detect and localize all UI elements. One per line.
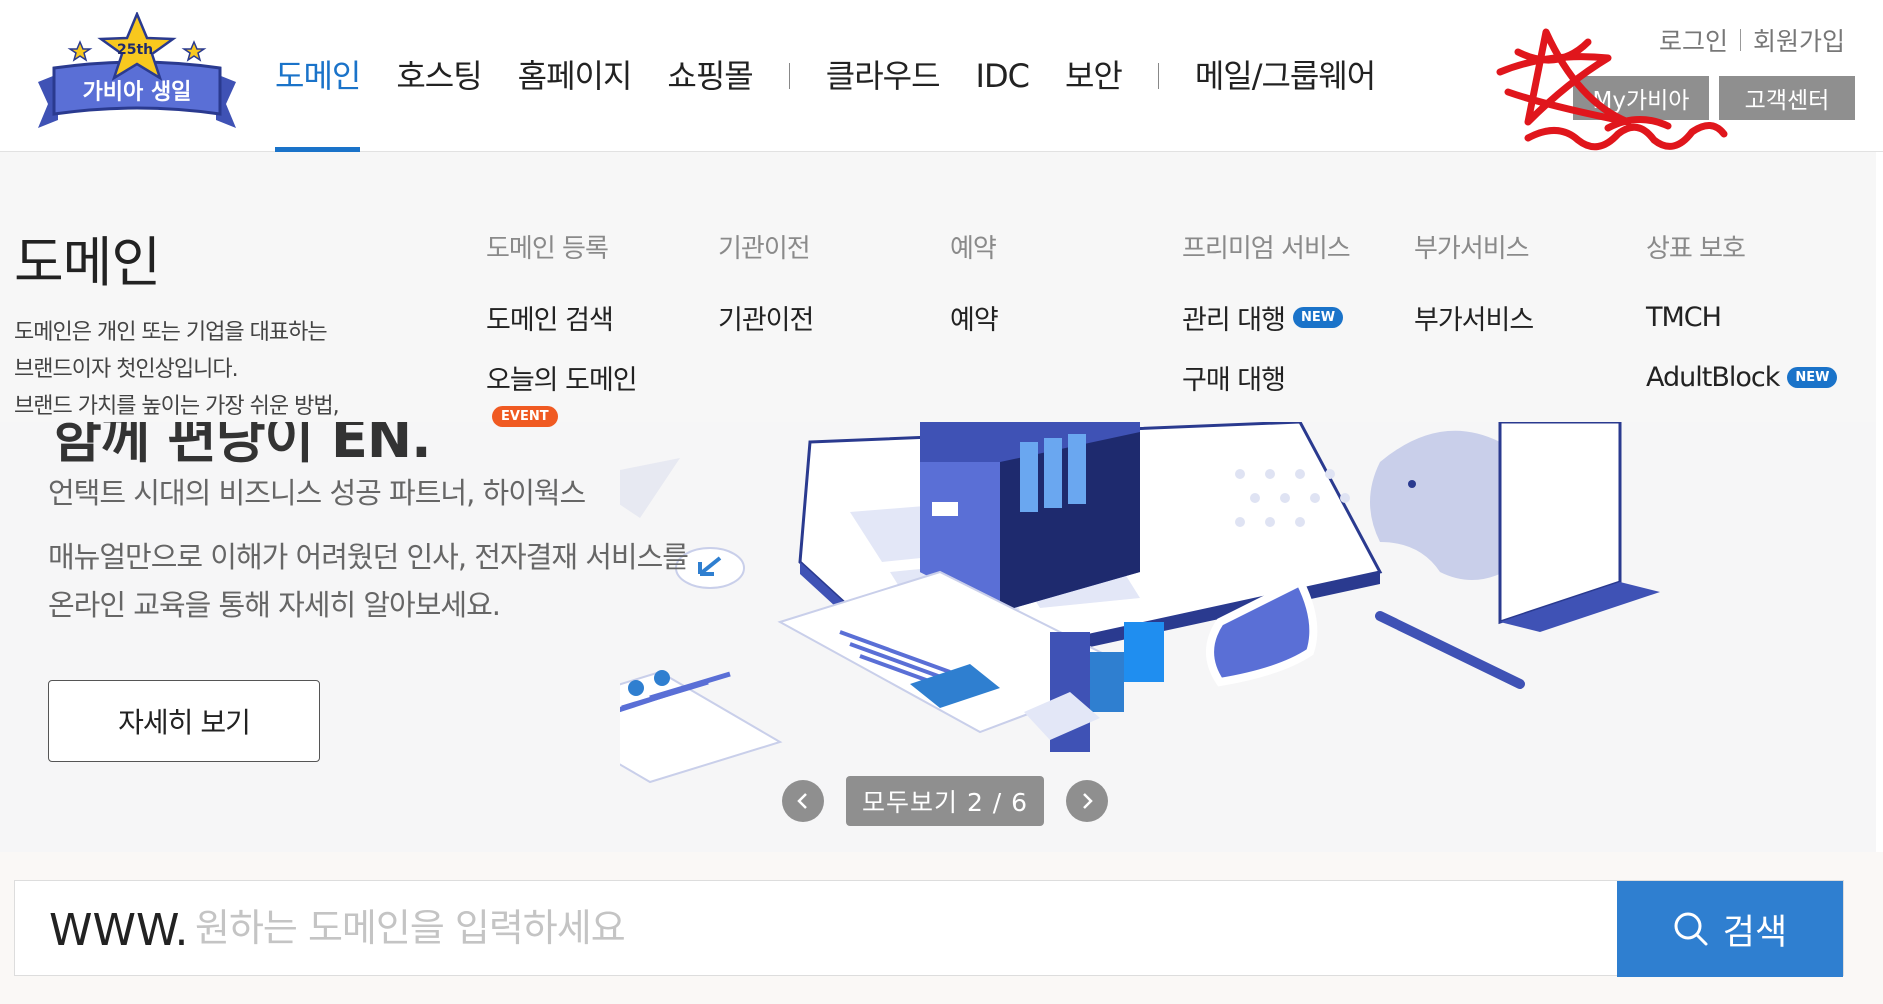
link-addon-service[interactable]: 부가서비스 xyxy=(1414,301,1534,336)
gnb-divider xyxy=(788,63,790,89)
link-management-agency[interactable]: 관리 대행 NEW xyxy=(1182,301,1350,336)
link-adultblock[interactable]: AdultBlock NEW xyxy=(1646,361,1838,393)
link-transfer[interactable]: 기관이전 xyxy=(718,301,814,336)
header: 25th 가비아 생일 도메인 호스팅 홈페이지 쇼핑몰 클라우드 IDC 보안… xyxy=(0,0,1883,152)
logo-badge: 25th xyxy=(117,42,154,58)
chevron-left-icon xyxy=(797,793,807,809)
gnb-shopping-mall[interactable]: 쇼핑몰 xyxy=(667,0,753,152)
top-buttons: My가비아 고객센터 xyxy=(1573,76,1855,120)
view-all-pager-label[interactable]: 모두보기 2 / 6 xyxy=(846,776,1045,826)
new-badge: NEW xyxy=(1787,366,1838,388)
banner-headline: 함께 편당이 EN. xyxy=(52,422,432,470)
hero-banner: 함께 편당이 EN. 언택트 시대의 비즈니스 성공 파트너, 하이웍스 매뉴얼… xyxy=(0,422,1876,852)
main-navigation: 도메인 호스팅 홈페이지 쇼핑몰 클라우드 IDC 보안 메일/그룹웨어 xyxy=(275,0,1411,152)
menu-column-reservation: 예약 예약 xyxy=(950,228,999,336)
gnb-homepage[interactable]: 홈페이지 xyxy=(518,0,633,152)
column-head[interactable]: 상표 보호 xyxy=(1646,228,1837,265)
menu-column-transfer: 기관이전 기관이전 xyxy=(718,228,814,336)
search-icon xyxy=(1674,912,1708,946)
next-slide-button[interactable] xyxy=(1066,780,1109,822)
detail-view-button[interactable]: 자세히 보기 xyxy=(48,680,320,762)
gnb-idc[interactable]: IDC xyxy=(976,0,1030,152)
search-button[interactable]: 검색 xyxy=(1617,881,1843,977)
logo-text: 가비아 생일 xyxy=(82,80,192,105)
my-gabia-button[interactable]: My가비아 xyxy=(1573,76,1709,120)
gnb-security[interactable]: 보안 xyxy=(1065,0,1123,152)
link-today-domain[interactable]: 오늘의 도메인 xyxy=(486,361,638,396)
domain-search-area: WWW. 검색 xyxy=(0,852,1883,1004)
www-prefix: WWW. xyxy=(49,905,189,956)
event-badge: EVENT xyxy=(492,406,558,427)
mega-menu-title: 도메인 xyxy=(14,231,161,294)
column-head[interactable]: 도메인 등록 xyxy=(486,228,637,265)
link-reservation[interactable]: 예약 xyxy=(950,301,999,336)
menu-column-domain-register: 도메인 등록 도메인 검색 오늘의 도메인 xyxy=(486,228,638,396)
desc-line: 브랜드 가치를 높이는 가장 쉬운 방법, xyxy=(14,394,340,419)
menu-column-premium: 프리미엄 서비스 관리 대행 NEW 구매 대행 xyxy=(1182,228,1351,396)
utility-links: 로그인 회원가입 xyxy=(1659,22,1845,58)
desc-line: 브랜드이자 첫인상입니다. xyxy=(14,357,239,382)
new-badge: NEW xyxy=(1292,306,1344,328)
chevron-right-icon xyxy=(1083,793,1093,809)
gnb-hosting[interactable]: 호스팅 xyxy=(396,0,482,152)
gnb-divider xyxy=(1157,63,1159,89)
menu-column-trademark: 상표 보호 TMCH AdultBlock NEW xyxy=(1646,228,1838,393)
search-button-label: 검색 xyxy=(1722,912,1788,953)
menu-column-addon: 부가서비스 부가서비스 xyxy=(1414,228,1534,336)
domain-mega-menu: 도메인 도메인은 개인 또는 기업을 대표하는 브랜드이자 첫인상입니다. 브랜… xyxy=(0,152,1876,427)
column-head[interactable]: 부가서비스 xyxy=(1414,228,1533,265)
join-link[interactable]: 회원가입 xyxy=(1753,22,1845,58)
link-tmch[interactable]: TMCH xyxy=(1646,301,1837,333)
link-domain-search[interactable]: 도메인 검색 xyxy=(486,301,637,336)
login-link[interactable]: 로그인 xyxy=(1659,22,1728,58)
desc-line: 도메인은 개인 또는 기업을 대표하는 xyxy=(14,320,328,345)
util-divider xyxy=(1739,29,1741,51)
banner-pager: 모두보기 2 / 6 xyxy=(782,776,1109,826)
banner-subtitle: 언택트 시대의 비즈니스 성공 파트너, 하이웍스 xyxy=(48,476,586,510)
domain-search-box: WWW. 검색 xyxy=(14,880,1844,977)
mega-menu-description: 도메인은 개인 또는 기업을 대표하는 브랜드이자 첫인상입니다. 브랜드 가치… xyxy=(14,314,340,425)
customer-center-button[interactable]: 고객센터 xyxy=(1719,76,1855,120)
gabia-25th-logo[interactable]: 25th 가비아 생일 xyxy=(34,10,240,140)
column-head[interactable]: 예약 xyxy=(950,228,998,265)
banner-description-line: 온라인 교육을 통해 자세히 알아보세요. xyxy=(48,588,501,622)
gnb-mail-groupware[interactable]: 메일/그룹웨어 xyxy=(1195,0,1376,152)
prev-slide-button[interactable] xyxy=(782,780,824,822)
column-head[interactable]: 기관이전 xyxy=(718,228,813,265)
domain-search-input[interactable] xyxy=(195,893,1615,963)
link-purchase-agency[interactable]: 구매 대행 xyxy=(1182,361,1350,396)
gnb-cloud[interactable]: 클라우드 xyxy=(826,0,941,152)
banner-description-line: 매뉴얼만으로 이해가 어려웠던 인사, 전자결재 서비스를 xyxy=(48,540,689,574)
column-head[interactable]: 프리미엄 서비스 xyxy=(1182,228,1351,265)
gnb-domain[interactable]: 도메인 xyxy=(275,0,361,152)
